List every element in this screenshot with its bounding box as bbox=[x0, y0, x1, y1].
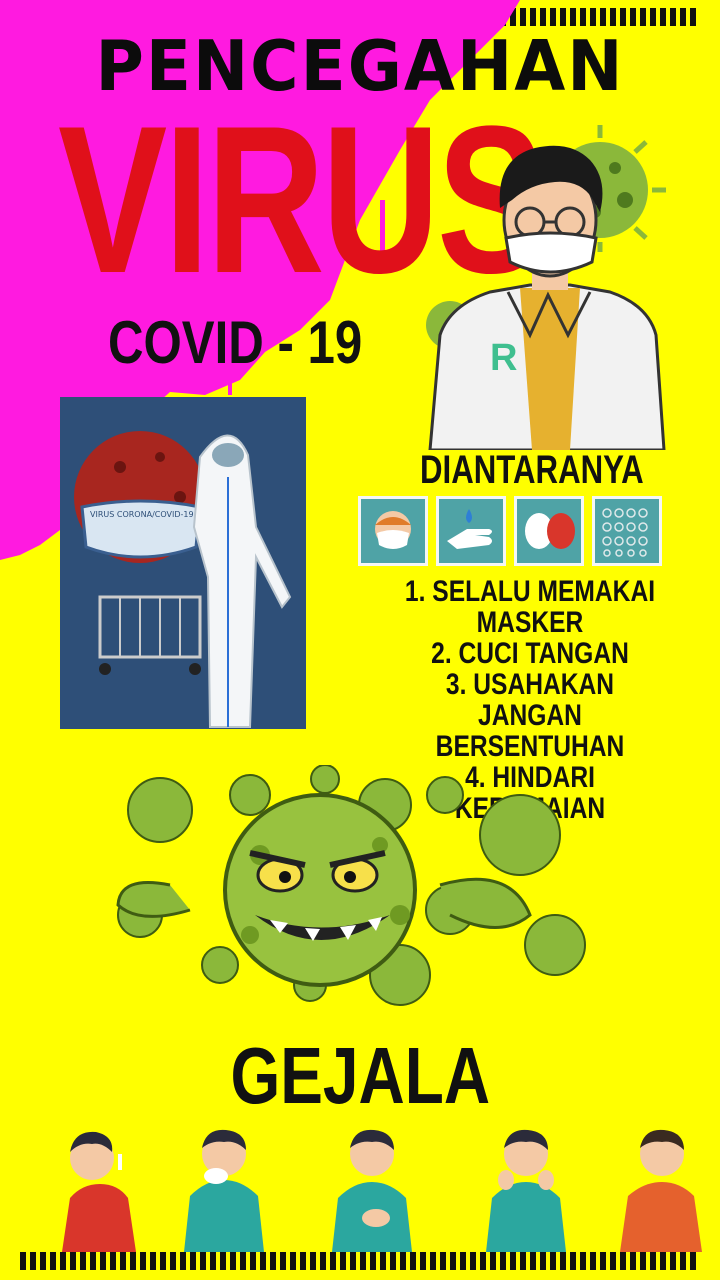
person-cough-icon bbox=[184, 1129, 264, 1252]
person-sore-throat-icon bbox=[486, 1129, 566, 1252]
crowd-icon bbox=[592, 496, 662, 566]
person-fever-icon bbox=[62, 1131, 136, 1252]
hand-wash-icon bbox=[436, 496, 506, 566]
avoid-contact-icon bbox=[514, 496, 584, 566]
doctor-illustration: R bbox=[426, 125, 666, 450]
rule-line: BERSENTUHAN bbox=[435, 730, 625, 763]
rule-line: 1. SELALU MEMAKAI bbox=[404, 575, 656, 608]
svg-text:R: R bbox=[490, 337, 517, 379]
subtitle-covid: COVID - 19 bbox=[108, 309, 363, 376]
rule-line: MASKER bbox=[476, 606, 584, 639]
bottom-film-border bbox=[20, 1252, 700, 1270]
person-chest-pain-icon bbox=[332, 1129, 412, 1252]
section-label-diantaranya: DIANTARANYA bbox=[420, 448, 644, 492]
title-virus: VIRUS bbox=[58, 82, 546, 317]
symptoms-title: GEJALA bbox=[230, 1031, 490, 1120]
person-fatigue-icon bbox=[620, 1129, 702, 1252]
nurse-virus-panel: VIRUS CORONA/COVID-19 bbox=[60, 397, 306, 729]
rule-line: 2. CUCI TANGAN bbox=[431, 637, 629, 670]
svg-text:VIRUS CORONA/COVID-19: VIRUS CORONA/COVID-19 bbox=[90, 510, 194, 519]
virus-monster-illustration bbox=[116, 765, 586, 1006]
face-mask-icon bbox=[358, 496, 428, 566]
rule-line: 3. USAHAKAN JANGAN bbox=[445, 668, 615, 732]
